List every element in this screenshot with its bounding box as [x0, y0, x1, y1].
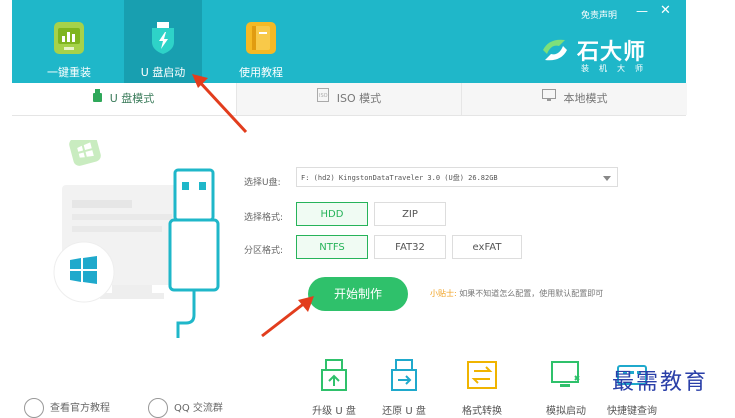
partition-option-fat32[interactable]: FAT32 [374, 235, 446, 259]
tab-label: ISO 模式 [336, 92, 382, 105]
tool-label: 格式转换 [462, 406, 502, 417]
nav-tab-label: 一键重装 [47, 66, 91, 79]
tab-local-mode[interactable]: 本地模式 [461, 83, 687, 115]
brand-mark-icon [539, 34, 571, 66]
partition-option-ntfs[interactable]: NTFS [296, 235, 368, 259]
mode-tabs: U 盘模式 ISO ISO 模式 本地模式 [12, 83, 687, 116]
official-tutorial-link[interactable]: 查看官方教程 [24, 398, 110, 418]
annotation-arrow-top [192, 74, 248, 134]
format-convert-icon [467, 361, 497, 389]
tool-label: 快捷键查询 [607, 406, 657, 417]
tool-label: 模拟启动 [546, 406, 586, 417]
tool-simulate-boot[interactable]: 模拟启动 [536, 358, 596, 417]
link-label: 查看官方教程 [50, 403, 110, 414]
tool-restore-usb[interactable]: 还原 U 盘 [374, 358, 434, 417]
usb-drive-value: F: (hd2) KingstonDataTraveler 3.0 (U盘) 2… [301, 174, 498, 182]
tool-label: 升级 U 盘 [312, 406, 356, 417]
monitor-chart-icon [54, 22, 84, 54]
chevron-down-icon [603, 176, 611, 181]
book-icon [246, 22, 276, 54]
close-button[interactable]: ✕ [660, 3, 671, 18]
tool-format-convert[interactable]: 格式转换 [452, 358, 512, 417]
usb-upgrade-icon [321, 359, 347, 391]
monitor-icon [541, 83, 556, 115]
partition-option-exfat[interactable]: exFAT [452, 235, 522, 259]
tab-label: U 盘模式 [109, 92, 155, 105]
usb-drive-select[interactable]: F: (hd2) KingstonDataTraveler 3.0 (U盘) 2… [296, 167, 618, 187]
nav-tab-usb-boot[interactable]: U 盘启动 [124, 0, 202, 83]
qq-group-link[interactable]: QQ 交流群 [148, 398, 223, 418]
link-label: QQ 交流群 [174, 403, 223, 414]
brand-subtitle: 装机大师 [581, 64, 653, 73]
annotation-arrow-start [261, 296, 314, 338]
top-bar: 一键重装 U 盘启动 使用教程 免责声明 — ✕ 石大师 装机大师 [12, 0, 686, 83]
usb-restore-icon [391, 359, 417, 391]
tab-label: 本地模式 [563, 92, 608, 105]
watermark: 最需教育 [612, 370, 709, 395]
usb-drive-icon [92, 83, 102, 115]
svg-text:ISO: ISO [319, 93, 328, 99]
format-option-zip[interactable]: ZIP [374, 202, 446, 226]
start-make-button[interactable]: 开始制作 [308, 277, 408, 311]
partition-label: 分区格式: [244, 246, 284, 256]
tool-upgrade-usb[interactable]: 升级 U 盘 [304, 358, 364, 417]
usb-shield-icon [148, 22, 178, 54]
tip-body: 如果不知道怎么配置，使用默认配置即可 [459, 289, 604, 298]
tutorial-icon [24, 398, 44, 418]
nav-tab-tutorial[interactable]: 使用教程 [222, 0, 300, 83]
format-label: 选择格式: [244, 213, 284, 223]
disclaimer-link[interactable]: 免责声明 [581, 8, 617, 21]
brand-logo: 石大师 装机大师 [539, 32, 659, 76]
iso-file-icon: ISO [316, 83, 329, 115]
brand-name: 石大师 [577, 40, 647, 65]
usb-illustration [42, 134, 242, 340]
app-window: 一键重装 U 盘启动 使用教程 免责声明 — ✕ 石大师 装机大师 U 盘模式 [12, 0, 687, 418]
tool-label: 还原 U 盘 [382, 406, 426, 417]
minimize-button[interactable]: — [636, 4, 648, 18]
simulate-boot-icon [551, 361, 580, 387]
format-option-hdd[interactable]: HDD [296, 202, 368, 226]
tip-text: 小贴士: 如果不知道怎么配置，使用默认配置即可 [430, 288, 603, 299]
tab-iso-mode[interactable]: ISO ISO 模式 [236, 83, 461, 115]
nav-tab-one-click-reinstall[interactable]: 一键重装 [30, 0, 108, 83]
usb-select-label: 选择U盘: [244, 178, 281, 188]
tip-title: 小贴士: [430, 289, 457, 298]
qq-icon [148, 398, 168, 418]
